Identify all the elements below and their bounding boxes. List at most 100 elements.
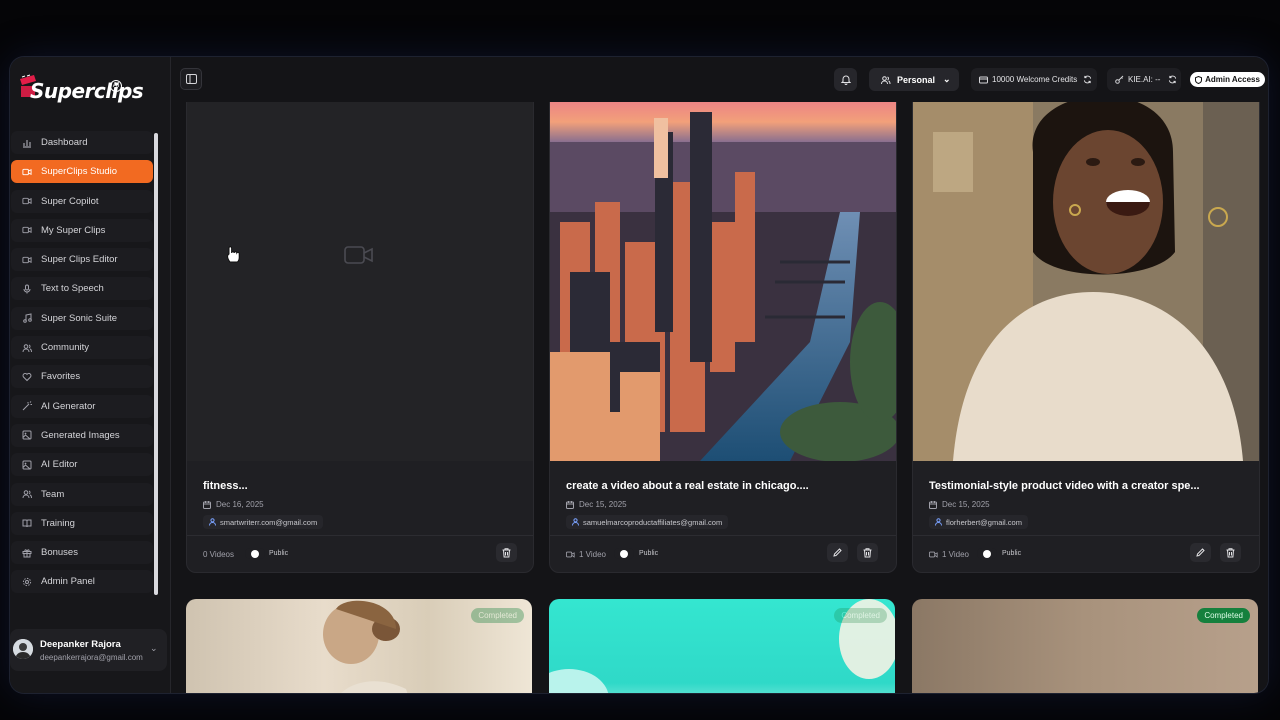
public-toggle[interactable] bbox=[977, 548, 997, 559]
sidebar-item-label: Bonuses bbox=[41, 547, 78, 559]
image-icon bbox=[22, 430, 32, 440]
video-count-label: 1 Video bbox=[942, 550, 969, 559]
refresh-icon[interactable] bbox=[1168, 75, 1177, 84]
sidebar-item-label: Generated Images bbox=[41, 429, 120, 441]
admin-access-label: Admin Access bbox=[1205, 75, 1260, 84]
project-grid: fitness... Dec 16, 2025 smartwriterr.com… bbox=[171, 102, 1268, 693]
user-name: Deepanker Rajora bbox=[40, 639, 121, 650]
sidebar-item-super-clips-editor[interactable]: Super Clips Editor bbox=[11, 248, 153, 272]
project-owner-email: samuelmarcoproductaffiliates@gmail.com bbox=[583, 517, 723, 527]
video-count-label: 1 Video bbox=[579, 550, 606, 559]
user-profile[interactable]: Deepanker Rajora deepankerrajora@gmail.c… bbox=[10, 629, 167, 671]
project-date: Dec 16, 2025 bbox=[203, 500, 264, 509]
public-toggle[interactable] bbox=[614, 548, 634, 559]
trash-icon bbox=[863, 547, 872, 557]
video-count: 1 Video bbox=[566, 550, 606, 559]
key-icon bbox=[1115, 75, 1124, 84]
notifications-button[interactable] bbox=[834, 68, 857, 91]
video-thumbnail[interactable] bbox=[913, 102, 1259, 461]
app-window: Superclips AI Dashboard SuperClips Studi… bbox=[10, 57, 1268, 693]
project-owner-email: smartwriterr.com@gmail.com bbox=[220, 517, 318, 527]
book-icon bbox=[22, 518, 32, 528]
sidebar-item-superclips-studio[interactable]: SuperClips Studio bbox=[11, 160, 153, 184]
sidebar-item-ai-generator[interactable]: AI Generator bbox=[11, 394, 153, 418]
admin-access-button[interactable]: Admin Access bbox=[1190, 72, 1265, 87]
project-card[interactable]: create a video about a real estate in ch… bbox=[549, 102, 897, 573]
user-icon bbox=[572, 518, 579, 526]
project-date-label: Dec 16, 2025 bbox=[216, 500, 264, 509]
refresh-icon[interactable] bbox=[1083, 75, 1092, 84]
sidebar-item-favorites[interactable]: Favorites bbox=[11, 365, 153, 389]
toggle-knob bbox=[983, 549, 991, 558]
project-card[interactable]: Completed bbox=[912, 599, 1258, 693]
project-card[interactable]: Completed bbox=[549, 599, 895, 693]
mic-icon bbox=[22, 284, 32, 294]
sidebar-item-ai-editor[interactable]: AI Editor bbox=[11, 453, 153, 477]
workspace-selector[interactable]: Personal ⌄ bbox=[869, 68, 959, 91]
sidebar-item-super-sonic-suite[interactable]: Super Sonic Suite bbox=[11, 306, 153, 330]
testimonial-thumbnail-image bbox=[913, 102, 1259, 461]
sidebar-item-label: Favorites bbox=[41, 371, 81, 383]
bar-chart-icon bbox=[22, 138, 32, 148]
sidebar-item-dashboard[interactable]: Dashboard bbox=[11, 131, 153, 154]
sidebar-item-label: Dashboard bbox=[41, 137, 88, 148]
logo-text: Superclips bbox=[30, 79, 144, 103]
sidebar-item-community[interactable]: Community bbox=[11, 336, 153, 360]
credits-indicator[interactable]: 10000 Welcome Credits bbox=[971, 68, 1097, 91]
users-icon bbox=[22, 343, 32, 353]
edit-button[interactable] bbox=[1190, 543, 1211, 562]
chicago-thumbnail-image bbox=[550, 102, 896, 461]
kie-status[interactable]: KIE.AI: -- bbox=[1107, 68, 1181, 91]
sidebar-item-label: Super Sonic Suite bbox=[41, 312, 118, 324]
sidebar-item-label: Admin Panel bbox=[41, 576, 95, 588]
calendar-icon bbox=[929, 500, 937, 509]
sidebar-item-training[interactable]: Training bbox=[11, 511, 153, 535]
project-title: create a video about a real estate in ch… bbox=[566, 480, 809, 492]
sidebar-item-label: Training bbox=[41, 517, 75, 529]
sidebar-item-text-to-speech[interactable]: Text to Speech bbox=[11, 277, 153, 301]
trash-icon bbox=[1226, 547, 1235, 557]
project-date: Dec 15, 2025 bbox=[566, 500, 627, 509]
sidebar-item-label: SuperClips Studio bbox=[41, 166, 118, 178]
visibility-label: Public bbox=[1002, 550, 1022, 557]
project-card[interactable]: fitness... Dec 16, 2025 smartwriterr.com… bbox=[186, 102, 534, 573]
sidebar-item-label: Community bbox=[41, 342, 90, 354]
sidebar-nav: Dashboard SuperClips Studio Super Copilo… bbox=[10, 131, 160, 600]
user-icon bbox=[935, 518, 942, 526]
sidebar-item-admin-panel[interactable]: Admin Panel bbox=[11, 570, 153, 594]
video-thumbnail-placeholder[interactable] bbox=[187, 102, 533, 461]
sidebar-item-super-copilot[interactable]: Super Copilot bbox=[11, 189, 153, 213]
sidebar-item-label: AI Editor bbox=[41, 459, 78, 471]
video-count: 0 Videos bbox=[203, 550, 234, 559]
workspace-label: Personal bbox=[897, 74, 936, 85]
sidebar-item-team[interactable]: Team bbox=[11, 482, 153, 506]
user-email: deepankerrajora@gmail.com bbox=[40, 653, 143, 662]
edit-button[interactable] bbox=[827, 543, 848, 562]
delete-button[interactable] bbox=[857, 543, 878, 562]
project-card[interactable]: Testimonial-style product video with a c… bbox=[912, 102, 1260, 573]
sidebar-item-label: My Super Clips bbox=[41, 224, 106, 236]
user-icon bbox=[209, 518, 216, 526]
sidebar-toggle-button[interactable] bbox=[180, 68, 202, 90]
wand-icon bbox=[22, 401, 32, 411]
mouse-cursor-icon bbox=[227, 246, 240, 263]
sidebar-item-label: AI Generator bbox=[41, 400, 96, 412]
video-camera-icon bbox=[344, 246, 373, 264]
public-toggle[interactable] bbox=[245, 548, 265, 559]
project-card[interactable]: Completed bbox=[186, 599, 532, 693]
sidebar-item-label: Super Copilot bbox=[41, 195, 99, 207]
video-thumbnail[interactable] bbox=[550, 102, 896, 461]
visibility-label: Public bbox=[639, 550, 659, 557]
sidebar-item-my-super-clips[interactable]: My Super Clips bbox=[11, 218, 153, 242]
topbar: Personal ⌄ 10000 Welcome Credits KIE.AI:… bbox=[171, 57, 1268, 102]
logo[interactable]: Superclips AI bbox=[16, 71, 144, 111]
sidebar-scrollbar[interactable] bbox=[154, 133, 158, 595]
delete-button[interactable] bbox=[496, 543, 517, 562]
video-icon bbox=[22, 255, 32, 265]
project-title: Testimonial-style product video with a c… bbox=[929, 480, 1200, 492]
delete-button[interactable] bbox=[1220, 543, 1241, 562]
sidebar-item-bonuses[interactable]: Bonuses bbox=[11, 541, 153, 565]
video-count: 1 Video bbox=[929, 550, 969, 559]
image-icon bbox=[22, 460, 32, 470]
sidebar-item-generated-images[interactable]: Generated Images bbox=[11, 423, 153, 447]
